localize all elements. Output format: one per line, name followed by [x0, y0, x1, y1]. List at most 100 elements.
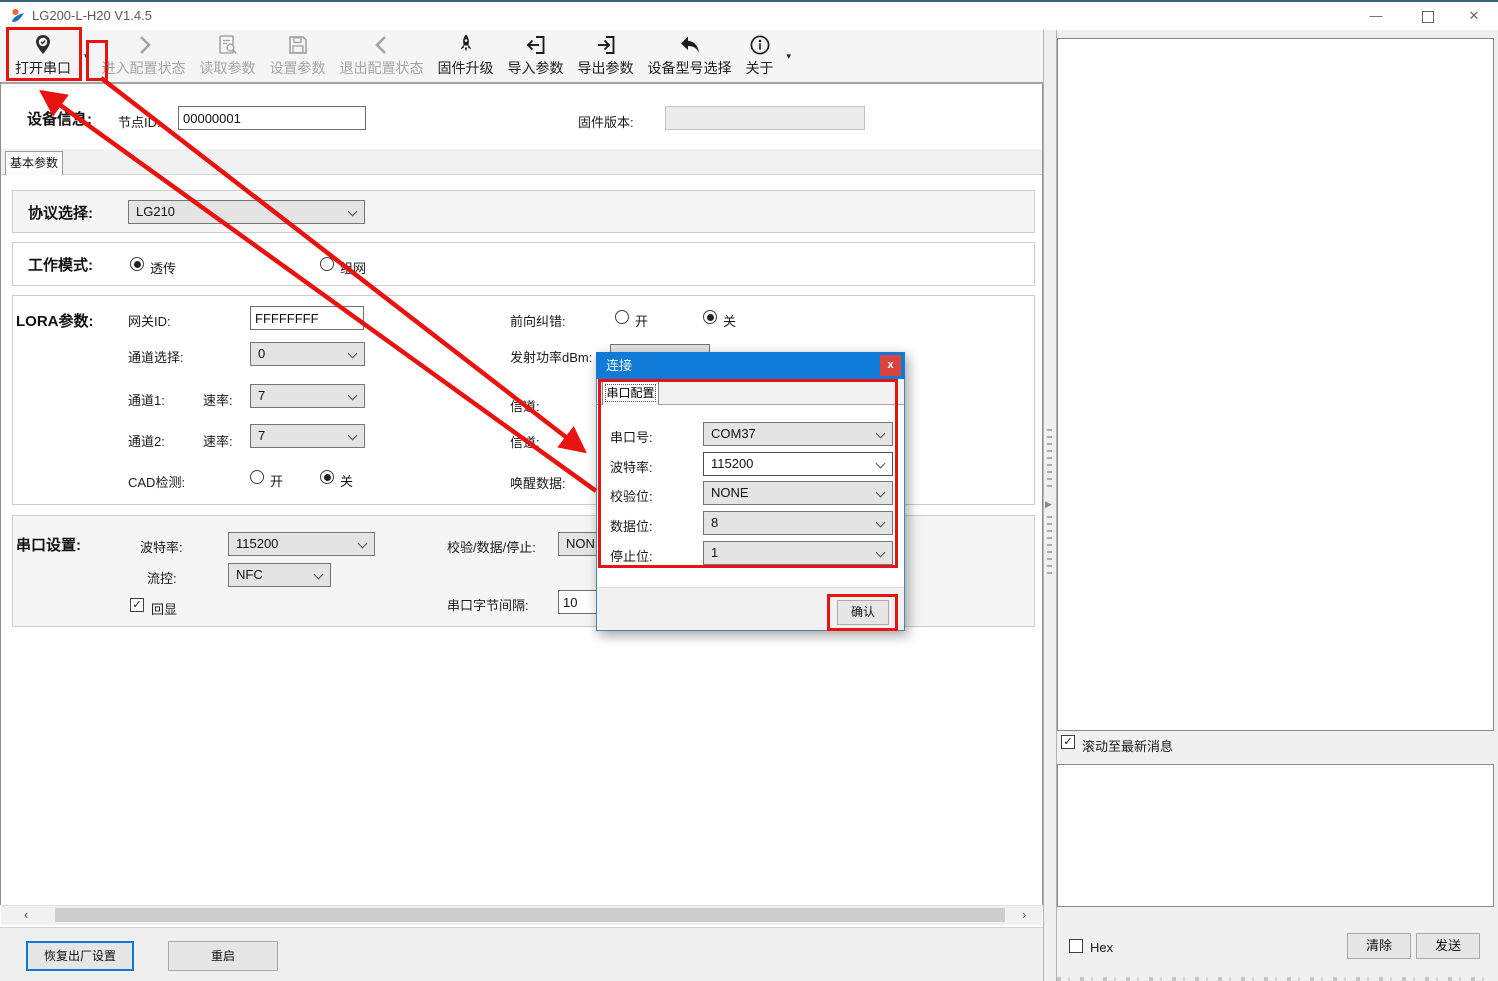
- restart-button[interactable]: 重启: [168, 941, 278, 971]
- protocol-label: 协议选择:: [28, 202, 93, 223]
- splitter-grip-bottom: [1047, 514, 1052, 574]
- annotation-box-confirm: [827, 594, 898, 631]
- radio-cad-on[interactable]: [250, 470, 264, 484]
- channel2-label: 通道2:: [128, 431, 165, 450]
- hex-checkbox[interactable]: [1069, 939, 1083, 953]
- read-params-button[interactable]: 读取参数: [193, 30, 263, 82]
- radio-fec-off-label: 关: [723, 311, 736, 330]
- chevron-down-icon: [348, 391, 358, 401]
- byte-interval-label: 串口字节间隔:: [447, 595, 529, 614]
- maximize-button[interactable]: [1406, 3, 1450, 29]
- about-button[interactable]: 关于: [739, 30, 781, 82]
- splitter-grip-top: [1047, 427, 1052, 487]
- radio-fec-on[interactable]: [615, 310, 629, 324]
- radio-cad-on-label: 开: [270, 471, 283, 490]
- scroll-latest-checkbox[interactable]: ✓: [1061, 735, 1075, 749]
- tx-power-label: 发射功率dBm:: [510, 347, 592, 366]
- radio-fec-on-label: 开: [635, 311, 648, 330]
- radio-fec-off[interactable]: [703, 310, 717, 324]
- firmware-version-label: 固件版本:: [578, 112, 634, 131]
- enter-config-button[interactable]: 进入配置状态: [95, 30, 193, 82]
- node-id-input[interactable]: [178, 106, 366, 130]
- factory-reset-button[interactable]: 恢复出厂设置: [26, 941, 134, 971]
- clear-button[interactable]: 清除: [1347, 933, 1411, 959]
- serial-settings-title: 串口设置:: [16, 534, 81, 555]
- toolbar: 打开串口 ▾ 进入配置状态 读取参数 设置参: [0, 30, 1043, 84]
- channel-select-combo[interactable]: 0: [250, 342, 365, 366]
- baud-combo[interactable]: 115200: [228, 532, 375, 556]
- send-input-box[interactable]: [1057, 764, 1494, 907]
- radio-cad-off-label: 关: [340, 471, 353, 490]
- message-log-box[interactable]: [1057, 38, 1494, 731]
- radio-network-mode[interactable]: [320, 257, 334, 271]
- radio-transparent-label: 透传: [150, 258, 176, 277]
- rocket-icon: [454, 33, 478, 57]
- channel-select-label: 通道选择:: [128, 347, 184, 366]
- lora-title: LORA参数:: [16, 310, 94, 331]
- scroll-latest-label: 滚动至最新消息: [1082, 736, 1173, 755]
- minimize-button[interactable]: —: [1354, 3, 1398, 29]
- overflow-caret-icon: ▾: [787, 51, 792, 62]
- firmware-upgrade-button[interactable]: 固件升级: [431, 30, 501, 82]
- export-params-button[interactable]: 导出参数: [571, 30, 641, 82]
- parity-data-stop-label: 校验/数据/停止:: [447, 537, 536, 556]
- chevron-down-icon: [348, 207, 358, 217]
- scroll-left-icon[interactable]: ‹: [24, 907, 28, 923]
- titlebar: [0, 2, 1498, 30]
- fec-label: 前向纠错:: [510, 311, 566, 330]
- param-tabstrip: [1, 149, 1042, 175]
- channel1-rate-combo[interactable]: 7: [250, 384, 365, 408]
- channel2-rate-combo[interactable]: 7: [250, 424, 365, 448]
- device-model-select-button[interactable]: 设备型号选择: [641, 30, 739, 82]
- radio-cad-off[interactable]: [320, 470, 334, 484]
- splitter-collapse-icon[interactable]: ▶: [1045, 499, 1052, 510]
- baud-label: 波特率:: [140, 537, 183, 556]
- channel-row2-label: 信道:: [510, 432, 540, 451]
- chevron-down-icon: [348, 431, 358, 441]
- echo-label: 回显: [151, 599, 177, 618]
- toolbar-overflow-button[interactable]: ▾: [781, 30, 798, 82]
- node-id-label: 节点ID:: [118, 112, 161, 131]
- exit-config-button[interactable]: 退出配置状态: [333, 30, 431, 82]
- echo-checkbox[interactable]: ✓: [130, 598, 144, 612]
- scroll-right-icon[interactable]: ›: [1022, 907, 1026, 923]
- work-mode-label: 工作模式:: [28, 254, 93, 275]
- tab-basic-params[interactable]: 基本参数: [5, 151, 63, 175]
- send-button[interactable]: 发送: [1416, 933, 1480, 959]
- annotation-box-open-serial: [6, 27, 82, 81]
- write-params-button[interactable]: 设置参数: [263, 30, 333, 82]
- radio-transparent-mode[interactable]: [130, 257, 144, 271]
- app-window: LG200-L-H20 V1.4.5 — ✕ 打开串口 ▾ 进入配置状态: [0, 0, 1498, 981]
- wake-data-label: 唤醒数据:: [510, 473, 566, 492]
- import-params-button[interactable]: 导入参数: [501, 30, 571, 82]
- channel1-label: 通道1:: [128, 390, 165, 409]
- save-icon: [286, 33, 310, 57]
- flow-control-combo[interactable]: NFC: [228, 563, 331, 587]
- close-button[interactable]: ✕: [1452, 3, 1496, 29]
- radio-network-label: 组网: [340, 258, 366, 277]
- app-logo-icon: [10, 8, 26, 24]
- maximize-icon: [1422, 11, 1434, 23]
- annotation-box-dialog-fields: [598, 379, 898, 568]
- device-info-title: 设备信息:: [27, 108, 92, 129]
- protocol-select[interactable]: LG210: [128, 200, 365, 224]
- firmware-version-input: [665, 106, 865, 130]
- info-icon: [748, 33, 772, 57]
- chevron-left-icon: [370, 33, 394, 57]
- back-arrow-icon: [678, 33, 702, 57]
- chevron-right-icon: [132, 33, 156, 57]
- dialog-close-button[interactable]: x: [880, 355, 901, 376]
- hex-label: Hex: [1090, 940, 1113, 955]
- cad-detect-label: CAD检测:: [128, 472, 185, 491]
- chevron-down-icon: [358, 539, 368, 549]
- channel-row1-label: 信道:: [510, 396, 540, 415]
- channel2-rate-label: 速率:: [203, 431, 233, 450]
- gateway-id-input[interactable]: [250, 306, 364, 330]
- channel1-rate-label: 速率:: [203, 390, 233, 409]
- horizontal-scrollbar-thumb[interactable]: [55, 908, 1005, 922]
- import-arrow-icon: [524, 33, 548, 57]
- export-arrow-icon: [594, 33, 618, 57]
- connect-dialog-titlebar[interactable]: 连接: [596, 352, 905, 379]
- chevron-down-icon: [348, 349, 358, 359]
- annotation-box-dropdown: [86, 40, 108, 81]
